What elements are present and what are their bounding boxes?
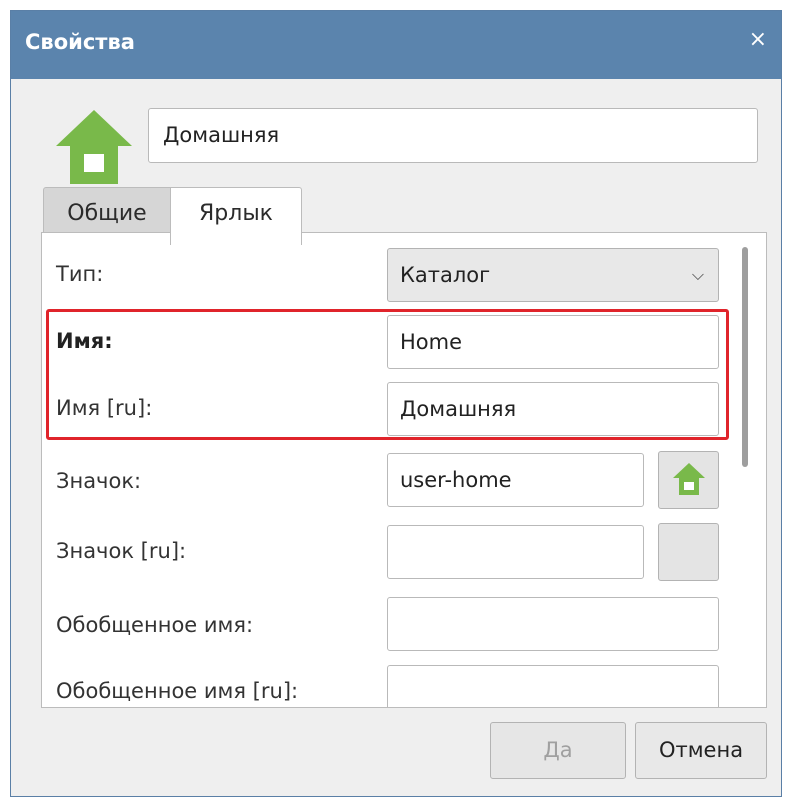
home-folder-icon [673, 463, 705, 495]
cancel-button[interactable]: Отмена [635, 722, 767, 779]
close-icon[interactable]: × [749, 29, 767, 51]
generic-name-field[interactable] [387, 597, 719, 651]
icon-ru-field[interactable] [387, 525, 644, 579]
tab-shortcut[interactable]: Ярлык [170, 187, 302, 245]
properties-dialog: Свойства × Домашняя Общие Ярлык Тип: Кат… [10, 10, 782, 797]
type-label: Тип: [56, 262, 104, 286]
icon-field[interactable]: user-home [387, 453, 644, 507]
icon-label: Значок: [56, 469, 142, 493]
type-select-value: Каталог [400, 263, 491, 287]
generic-name-label: Обобщенное имя: [56, 613, 254, 637]
name-input[interactable]: Домашняя [148, 108, 758, 163]
icon-picker-button[interactable] [658, 451, 719, 509]
ok-button[interactable]: Да [490, 722, 626, 779]
title-bar: Свойства × [11, 11, 781, 79]
icon-ru-picker-button[interactable] [658, 523, 719, 581]
type-select[interactable]: Каталог ⌵ [387, 248, 719, 302]
generic-name-ru-field[interactable] [387, 665, 719, 707]
home-folder-icon [56, 110, 132, 184]
icon-ru-label: Значок [ru]: [56, 539, 187, 563]
name-ru-label: Имя [ru]: [56, 396, 153, 420]
window-title: Свойства [25, 30, 135, 54]
name-label: Имя: [56, 329, 113, 353]
scrollbar[interactable] [742, 247, 748, 467]
name-ru-field[interactable]: Домашняя [387, 382, 719, 436]
name-field[interactable]: Home [387, 315, 719, 369]
chevron-down-icon: ⌵ [691, 265, 704, 284]
shortcut-panel: Тип: Каталог ⌵ Имя: Home Имя [ru]: Домаш… [41, 232, 767, 708]
generic-name-ru-label: Обобщенное имя [ru]: [56, 679, 299, 703]
